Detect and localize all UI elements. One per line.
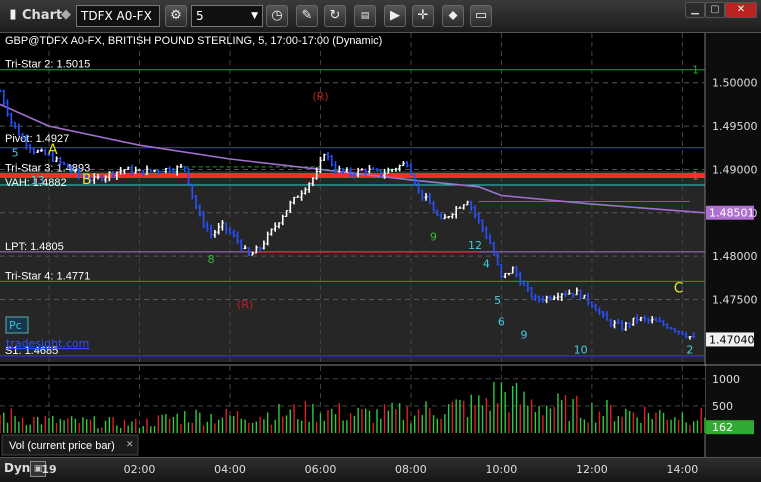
- td-count: 9: [521, 329, 528, 342]
- level-tag: 1: [692, 64, 699, 77]
- close-icon[interactable]: ✕: [725, 2, 757, 18]
- volume-collapse-icon[interactable]: ✕: [126, 440, 134, 450]
- dyn-label: Dyn: [4, 461, 31, 475]
- price-tick-label: 1.50000: [712, 77, 758, 90]
- interval-value: 5: [196, 9, 204, 23]
- td-count: 5: [12, 146, 19, 159]
- link-icon[interactable]: ◆: [59, 5, 73, 27]
- td-count: 13: [31, 174, 45, 187]
- price-tag-label: 1.48501: [709, 207, 755, 220]
- comment-icon[interactable]: ▭: [470, 5, 492, 27]
- time-axis-bar: Dyn ▣ 19 02:00 04:00 06:00 08:00 10:00 12:00 14…: [0, 457, 761, 482]
- volume-tick-label: 1000: [712, 373, 740, 386]
- price-tick-label: 1.48000: [712, 250, 758, 263]
- td-count: 2: [686, 343, 693, 356]
- crosshair-icon[interactable]: ✛: [412, 5, 434, 27]
- time-tick-label: 10:00: [485, 463, 518, 476]
- price-tag-label: 1.47040: [709, 333, 755, 346]
- time-tick-label: 06:00: [304, 463, 337, 476]
- level-label: Tri-Star 2: 1.5015: [5, 59, 90, 71]
- tradesight-link[interactable]: tradesight.com: [6, 337, 89, 350]
- price-axis-bg: [705, 33, 761, 457]
- price-chart[interactable]: Tri-Star 2: 1.5015 Pivot: 1.4927 Tri-Star …: [0, 33, 761, 457]
- play-icon[interactable]: ▶: [384, 5, 406, 27]
- chart-annotation: C: [674, 281, 684, 297]
- clock-icon[interactable]: ◷: [266, 5, 288, 27]
- td-count: 4: [483, 257, 490, 270]
- gear-icon[interactable]: ⚙: [165, 5, 187, 27]
- td-count: 9: [430, 231, 437, 244]
- volume-label: Vol (current price bar): [9, 440, 115, 452]
- time-tick-label: 02:00: [123, 463, 156, 476]
- volume-current-value: 162: [712, 421, 733, 434]
- minimize-icon[interactable]: ▁: [685, 2, 705, 18]
- level-label: LPT: 1.4805: [5, 241, 64, 253]
- title-bar: ▮ Chart ◆ TDFX A0-FX ⚙ 5 ▼ ◷ ✎ ↻ ▤ ▶ ✛ ⬥…: [0, 0, 761, 33]
- time-tick-label: 14:00: [666, 463, 699, 476]
- tag-icon[interactable]: ⬥: [442, 5, 464, 27]
- time-tick-label: 12:00: [576, 463, 608, 476]
- time-tick-label: 08:00: [395, 463, 427, 476]
- chart-window-icon: ▮: [9, 7, 17, 22]
- td-count: 12: [468, 239, 482, 252]
- window-title: Chart: [22, 8, 63, 23]
- symbol-input[interactable]: TDFX A0-FX: [76, 5, 160, 27]
- pencil-icon[interactable]: ✎: [296, 5, 318, 27]
- td-count: 8: [208, 253, 215, 266]
- chevron-down-icon: ▼: [251, 11, 258, 21]
- refresh-icon[interactable]: ↻: [324, 5, 346, 27]
- level-label: Tri-Star 4: 1.4771: [5, 270, 90, 282]
- level-label: Pivot: 1.4927: [5, 133, 69, 145]
- chart-annotation: (R): [312, 90, 328, 103]
- price-tick-label: 1.49000: [712, 163, 758, 176]
- price-tick-label: 1.47500: [712, 294, 758, 307]
- value-area-shade: [0, 171, 705, 362]
- td-count: 10: [574, 343, 588, 356]
- chart-annotation: A: [48, 142, 58, 158]
- data-window-icon[interactable]: ▤: [354, 5, 376, 27]
- time-tick-label: 04:00: [214, 463, 246, 476]
- price-tick-label: 1.49500: [712, 120, 758, 133]
- volume-tick-label: 500: [712, 400, 733, 413]
- maximize-icon[interactable]: ▢: [705, 2, 725, 18]
- chart-annotation: (R): [237, 298, 253, 311]
- chart-annotation: B: [82, 172, 92, 188]
- td-count: 6: [498, 316, 505, 329]
- chart-header: GBP@TDFX A0-FX, BRITISH POUND STERLING, …: [5, 35, 382, 47]
- level-label: Tri-Star 3: 1.4893: [5, 163, 90, 175]
- interval-select[interactable]: 5 ▼: [191, 5, 263, 27]
- pc-badge-label: Pc: [9, 319, 22, 332]
- time-tick-label: 19: [41, 463, 57, 476]
- td-count: 5: [494, 294, 501, 307]
- level-tag: 1: [692, 170, 699, 183]
